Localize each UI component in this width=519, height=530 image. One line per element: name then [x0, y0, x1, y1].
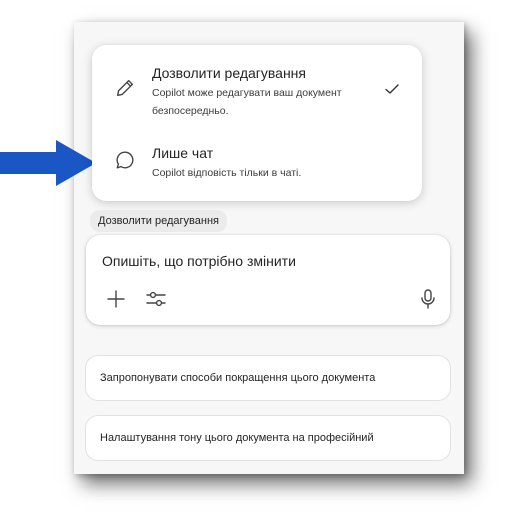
suggestion-improve-document[interactable]: Запропонувати способи покращення цього д… [86, 356, 450, 400]
menu-item-chat-only[interactable]: Лише чат Copilot відповість тільки в чат… [92, 137, 422, 187]
sliders-icon[interactable] [144, 287, 168, 311]
menu-item-description: Copilot може редагувати ваш документ без… [152, 87, 342, 117]
mode-label[interactable]: Дозволити редагування [90, 210, 227, 232]
arrow-pointer-icon [0, 140, 96, 186]
menu-item-description: Copilot відповість тільки в чаті. [152, 167, 302, 179]
menu-item-title: Дозволити редагування [152, 65, 306, 81]
menu-item-allow-editing[interactable]: Дозволити редагування Copilot може редаг… [92, 59, 422, 129]
checkmark-icon [385, 84, 399, 94]
mode-menu: Дозволити редагування Copilot може редаг… [92, 45, 422, 201]
plus-icon[interactable] [104, 287, 128, 311]
suggestion-professional-tone[interactable]: Налаштування тону цього документа на про… [86, 416, 450, 460]
menu-item-title: Лише чат [152, 145, 214, 161]
microphone-icon[interactable] [416, 287, 440, 311]
chat-bubble-icon [116, 151, 134, 169]
prompt-input[interactable]: Опишіть, що потрібно змінити [102, 253, 296, 269]
prompt-composer[interactable]: Опишіть, що потрібно змінити [86, 235, 450, 325]
pencil-icon [116, 79, 134, 97]
